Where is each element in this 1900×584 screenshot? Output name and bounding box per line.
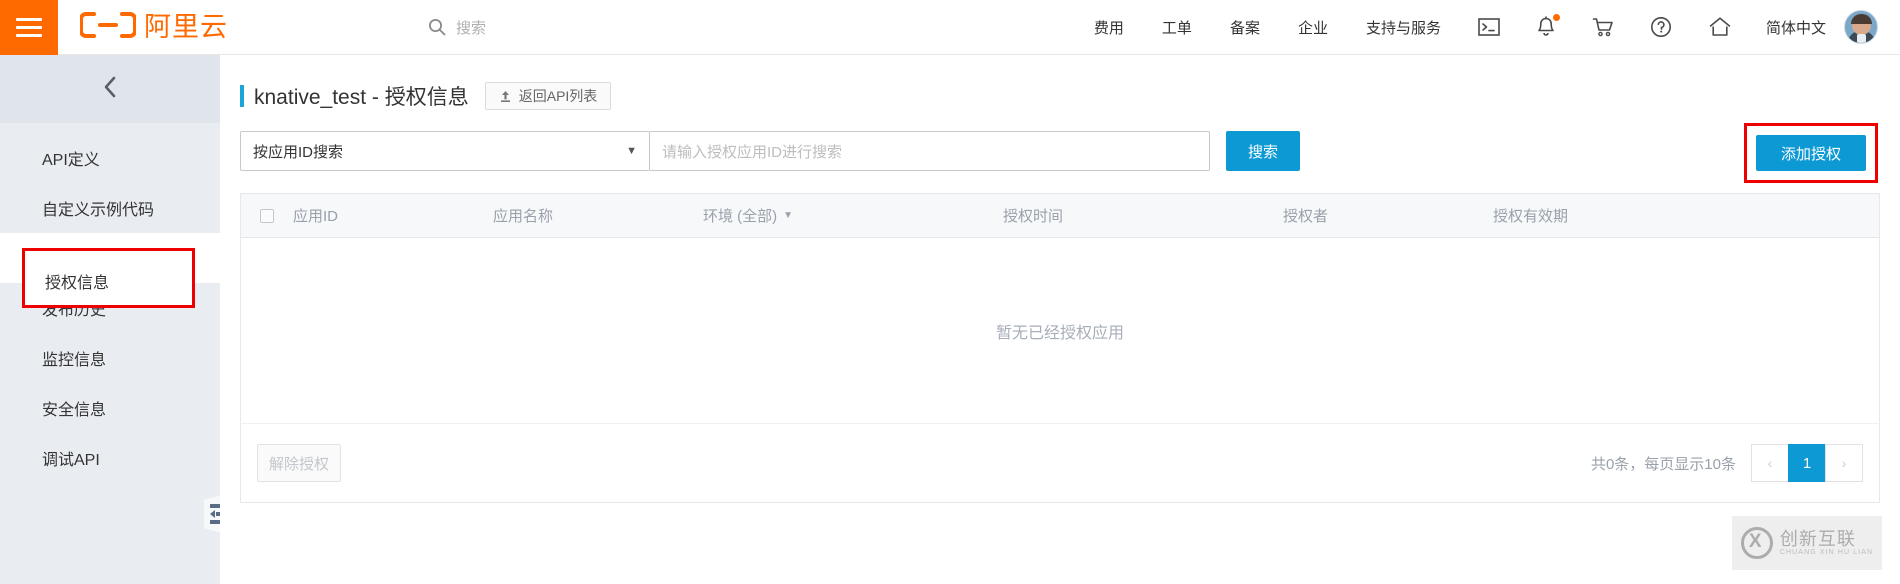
column-header-authorizer: 授权者 bbox=[1283, 208, 1329, 225]
global-search[interactable]: 搜索 bbox=[428, 17, 486, 38]
sidebar-collapse-button[interactable] bbox=[0, 55, 220, 123]
home-icon[interactable] bbox=[1708, 16, 1732, 38]
sidebar-item-debug-api[interactable]: 调试API bbox=[0, 433, 220, 483]
header-link-beian[interactable]: 备案 bbox=[1230, 17, 1260, 38]
add-authorization-highlight: 添加授权 bbox=[1744, 123, 1878, 183]
filter-toolbar: 按应用ID搜索 ▼ 请输入授权应用ID进行搜索 搜索 添加授权 bbox=[220, 111, 1900, 183]
back-to-api-list-button[interactable]: 返回API列表 bbox=[484, 82, 612, 110]
main-content: knative_test - 授权信息 返回API列表 按应用ID搜索 ▼ 请输… bbox=[220, 55, 1900, 584]
hamburger-bar bbox=[16, 25, 42, 29]
chevron-left-icon bbox=[99, 73, 121, 106]
page-root: 阿里云 搜索 费用 工单 备案 企业 支持与服务 简体中文 API定义 自定义示… bbox=[0, 0, 1900, 584]
watermark-en: CHUANG XIN HU LIAN bbox=[1779, 549, 1874, 557]
header-link-ticket[interactable]: 工单 bbox=[1162, 17, 1192, 38]
add-authorization-button[interactable]: 添加授权 bbox=[1756, 135, 1866, 171]
language-selector[interactable]: 简体中文 bbox=[1766, 17, 1826, 38]
hamburger-bar bbox=[16, 33, 42, 37]
sidebar: API定义 自定义示例代码 授权信息 发布历史 监控信息 安全信息 调试API bbox=[0, 55, 220, 584]
sidebar-item-custom-sample-code[interactable]: 自定义示例代码 bbox=[0, 183, 220, 233]
back-button-label: 返回API列表 bbox=[518, 88, 598, 104]
sidebar-item-security-info[interactable]: 安全信息 bbox=[0, 383, 220, 433]
avatar[interactable] bbox=[1844, 10, 1878, 44]
pagination-prev-button[interactable]: ‹ bbox=[1751, 444, 1789, 482]
pagination: 共0条，每页显示10条 ‹ 1 › bbox=[1591, 444, 1863, 482]
sidebar-item-label: 调试API bbox=[42, 452, 100, 469]
search-type-select[interactable]: 按应用ID搜索 ▼ bbox=[240, 131, 650, 171]
title-accent-bar bbox=[240, 85, 244, 107]
revoke-authorization-button[interactable]: 解除授权 bbox=[257, 444, 341, 482]
search-icon bbox=[428, 18, 446, 36]
sidebar-item-publish-history[interactable]: 发布历史 bbox=[0, 283, 220, 333]
search-input-placeholder: 请输入授权应用ID进行搜索 bbox=[662, 143, 843, 161]
terminal-icon[interactable] bbox=[1478, 17, 1500, 37]
sidebar-item-label: 发布历史 bbox=[42, 302, 107, 319]
search-type-value: 按应用ID搜索 bbox=[253, 143, 344, 161]
brand-name: 阿里云 bbox=[144, 11, 228, 42]
top-header: 阿里云 搜索 费用 工单 备案 企业 支持与服务 简体中文 bbox=[0, 0, 1900, 55]
watermark-text: 创新互联 CHUANG XIN HU LIAN bbox=[1779, 528, 1874, 557]
avatar-collar bbox=[1857, 34, 1866, 43]
empty-state-text: 暂无已经授权应用 bbox=[995, 324, 1124, 342]
sidebar-item-api-definition[interactable]: API定义 bbox=[0, 133, 220, 183]
pagination-info: 共0条，每页显示10条 bbox=[1590, 455, 1736, 473]
sidebar-item-label: API定义 bbox=[42, 152, 100, 169]
bell-icon[interactable] bbox=[1536, 14, 1560, 38]
header-link-enterprise[interactable]: 企业 bbox=[1298, 17, 1328, 38]
hamburger-icon[interactable] bbox=[0, 0, 58, 55]
pagination-next-button[interactable]: › bbox=[1825, 444, 1863, 482]
search-button[interactable]: 搜索 bbox=[1226, 131, 1300, 171]
select-all-cell bbox=[241, 208, 293, 223]
sidebar-menu: API定义 自定义示例代码 授权信息 发布历史 监控信息 安全信息 调试API bbox=[0, 123, 220, 483]
column-header-auth-time: 授权时间 bbox=[1003, 208, 1064, 225]
sidebar-item-label: 自定义示例代码 bbox=[42, 202, 155, 219]
sidebar-item-label: 监控信息 bbox=[42, 352, 107, 369]
watermark-logo-icon bbox=[1740, 527, 1773, 559]
page-title: knative_test - 授权信息 bbox=[254, 86, 469, 109]
sidebar-item-label: 授权信息 bbox=[42, 252, 107, 269]
column-header-environment[interactable]: 环境 (全部) ▼ bbox=[703, 205, 1003, 226]
watermark: 创新互联 CHUANG XIN HU LIAN bbox=[1732, 516, 1882, 570]
header-link-fee[interactable]: 费用 bbox=[1094, 17, 1124, 38]
column-header-app-id: 应用ID bbox=[293, 208, 339, 225]
column-header-validity: 授权有效期 bbox=[1493, 208, 1569, 225]
avatar-hair bbox=[1851, 14, 1872, 24]
table-footer: 解除授权 共0条，每页显示10条 ‹ 1 › bbox=[240, 423, 1880, 503]
sidebar-item-monitor-info[interactable]: 监控信息 bbox=[0, 333, 220, 383]
caret-down-icon: ▼ bbox=[783, 210, 794, 221]
global-search-placeholder: 搜索 bbox=[456, 19, 487, 37]
table-header-row: 应用ID 应用名称 环境 (全部) ▼ 授权时间 授权者 授权有效期 bbox=[241, 194, 1879, 238]
pagination-page-1[interactable]: 1 bbox=[1788, 444, 1826, 482]
cart-icon[interactable] bbox=[1592, 16, 1614, 38]
sidebar-item-authorization-info[interactable]: 授权信息 bbox=[0, 233, 220, 283]
brand-logo[interactable]: 阿里云 bbox=[79, 10, 228, 45]
hamburger-bar bbox=[16, 17, 42, 21]
header-link-support[interactable]: 支持与服务 bbox=[1366, 17, 1441, 38]
authorization-table: 应用ID 应用名称 环境 (全部) ▼ 授权时间 授权者 授权有效期 暂无已经授… bbox=[240, 193, 1880, 423]
upload-arrow-icon bbox=[499, 89, 512, 103]
table-body: 暂无已经授权应用 bbox=[241, 238, 1879, 423]
notification-badge bbox=[1552, 14, 1560, 21]
aliyun-mark-icon bbox=[79, 10, 137, 45]
select-all-checkbox[interactable] bbox=[260, 208, 274, 223]
glyph-arrow bbox=[209, 510, 215, 518]
sidebar-item-label: 安全信息 bbox=[42, 402, 107, 419]
help-icon[interactable] bbox=[1650, 16, 1672, 38]
page-header: knative_test - 授权信息 返回API列表 bbox=[220, 55, 1900, 111]
chevron-down-icon: ▼ bbox=[626, 145, 637, 157]
header-right: 费用 工单 备案 企业 支持与服务 简体中文 bbox=[1075, 10, 1900, 44]
search-input[interactable]: 请输入授权应用ID进行搜索 bbox=[650, 131, 1210, 171]
watermark-cn: 创新互联 bbox=[1779, 528, 1856, 549]
column-header-app-name: 应用名称 bbox=[493, 208, 554, 225]
column-header-environment-label: 环境 (全部) bbox=[703, 208, 778, 225]
